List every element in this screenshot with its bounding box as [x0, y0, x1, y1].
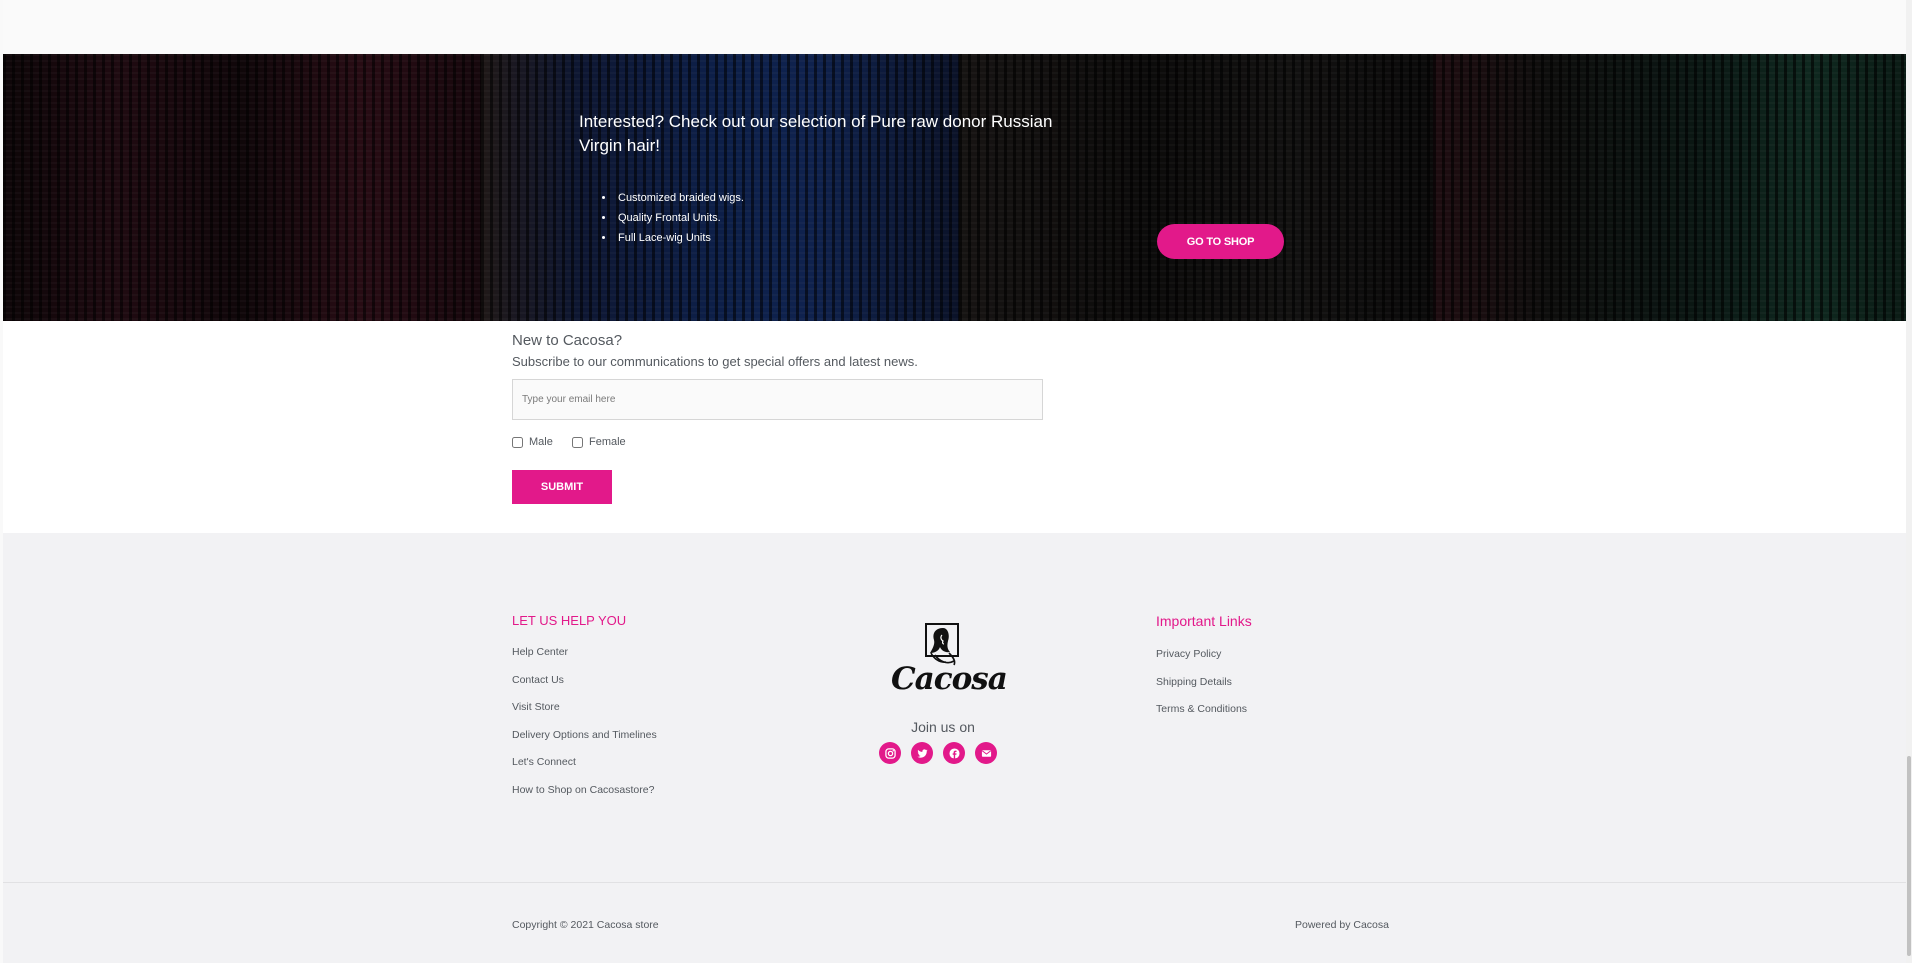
- scrollbar-thumb[interactable]: [1907, 756, 1911, 956]
- male-label: Male: [529, 436, 553, 448]
- help-links: Help Center Contact Us Visit Store Deliv…: [512, 645, 657, 810]
- twitter-link[interactable]: [911, 742, 933, 764]
- cacosa-logo[interactable]: Cacosa: [891, 623, 1008, 703]
- footer-divider: [3, 882, 1906, 883]
- submit-button[interactable]: SUBMIT: [512, 470, 612, 504]
- social-links: [879, 742, 997, 764]
- envelope-icon: [981, 749, 991, 757]
- footer-link-help-center[interactable]: Help Center: [512, 645, 657, 673]
- email-link[interactable]: [975, 742, 997, 764]
- join-us-text: Join us on: [911, 719, 975, 735]
- male-checkbox[interactable]: [512, 436, 523, 448]
- hero-overlay: [3, 54, 1906, 321]
- go-to-shop-button[interactable]: GO TO SHOP: [1157, 224, 1284, 259]
- footer: LET US HELP YOU Help Center Contact Us V…: [3, 533, 1906, 963]
- hero-banner: Interested? Check out our selection of P…: [3, 54, 1906, 321]
- logo-text: Cacosa: [891, 661, 1008, 697]
- page-scrollbar[interactable]: [1906, 0, 1912, 963]
- important-links-heading: Important Links: [1156, 613, 1252, 629]
- help-heading: LET US HELP YOU: [512, 613, 627, 628]
- footer-link-shipping-details[interactable]: Shipping Details: [1156, 675, 1247, 703]
- footer-link-terms-conditions[interactable]: Terms & Conditions: [1156, 702, 1247, 730]
- email-input[interactable]: [512, 379, 1043, 420]
- female-option[interactable]: Female: [572, 436, 626, 448]
- footer-link-how-to-shop[interactable]: How to Shop on Cacosastore?: [512, 783, 657, 811]
- hero-feature-item: Customized braided wigs.: [615, 188, 744, 208]
- hero-title: Interested? Check out our selection of P…: [579, 112, 1053, 155]
- page: Interested? Check out our selection of P…: [3, 0, 1906, 963]
- female-checkbox[interactable]: [572, 436, 583, 448]
- female-label: Female: [589, 436, 626, 448]
- subscribe-text: Subscribe to our communications to get s…: [512, 354, 918, 369]
- footer-link-lets-connect[interactable]: Let's Connect: [512, 755, 657, 783]
- footer-link-contact-us[interactable]: Contact Us: [512, 673, 657, 701]
- copyright-text: Copyright © 2021 Cacosa store: [512, 919, 659, 931]
- male-option[interactable]: Male: [512, 436, 553, 448]
- hero-feature-list: Customized braided wigs. Quality Frontal…: [597, 188, 744, 248]
- instagram-icon: [884, 747, 896, 759]
- hero-feature-item: Quality Frontal Units.: [615, 208, 744, 228]
- hero-feature-item: Full Lace-wig Units: [615, 228, 744, 248]
- footer-link-visit-store[interactable]: Visit Store: [512, 700, 657, 728]
- footer-link-delivery-options[interactable]: Delivery Options and Timelines: [512, 728, 657, 756]
- footer-link-privacy-policy[interactable]: Privacy Policy: [1156, 647, 1247, 675]
- subscribe-title: New to Cacosa?: [512, 332, 623, 349]
- instagram-link[interactable]: [879, 742, 901, 764]
- twitter-icon: [916, 748, 928, 758]
- facebook-link[interactable]: [943, 742, 965, 764]
- powered-by-text: Powered by Cacosa: [1295, 919, 1389, 931]
- facebook-icon: [948, 747, 960, 759]
- subscribe-section: New to Cacosa? Subscribe to our communic…: [3, 321, 1906, 533]
- top-bar: [3, 0, 1906, 54]
- important-links: Privacy Policy Shipping Details Terms & …: [1156, 647, 1247, 730]
